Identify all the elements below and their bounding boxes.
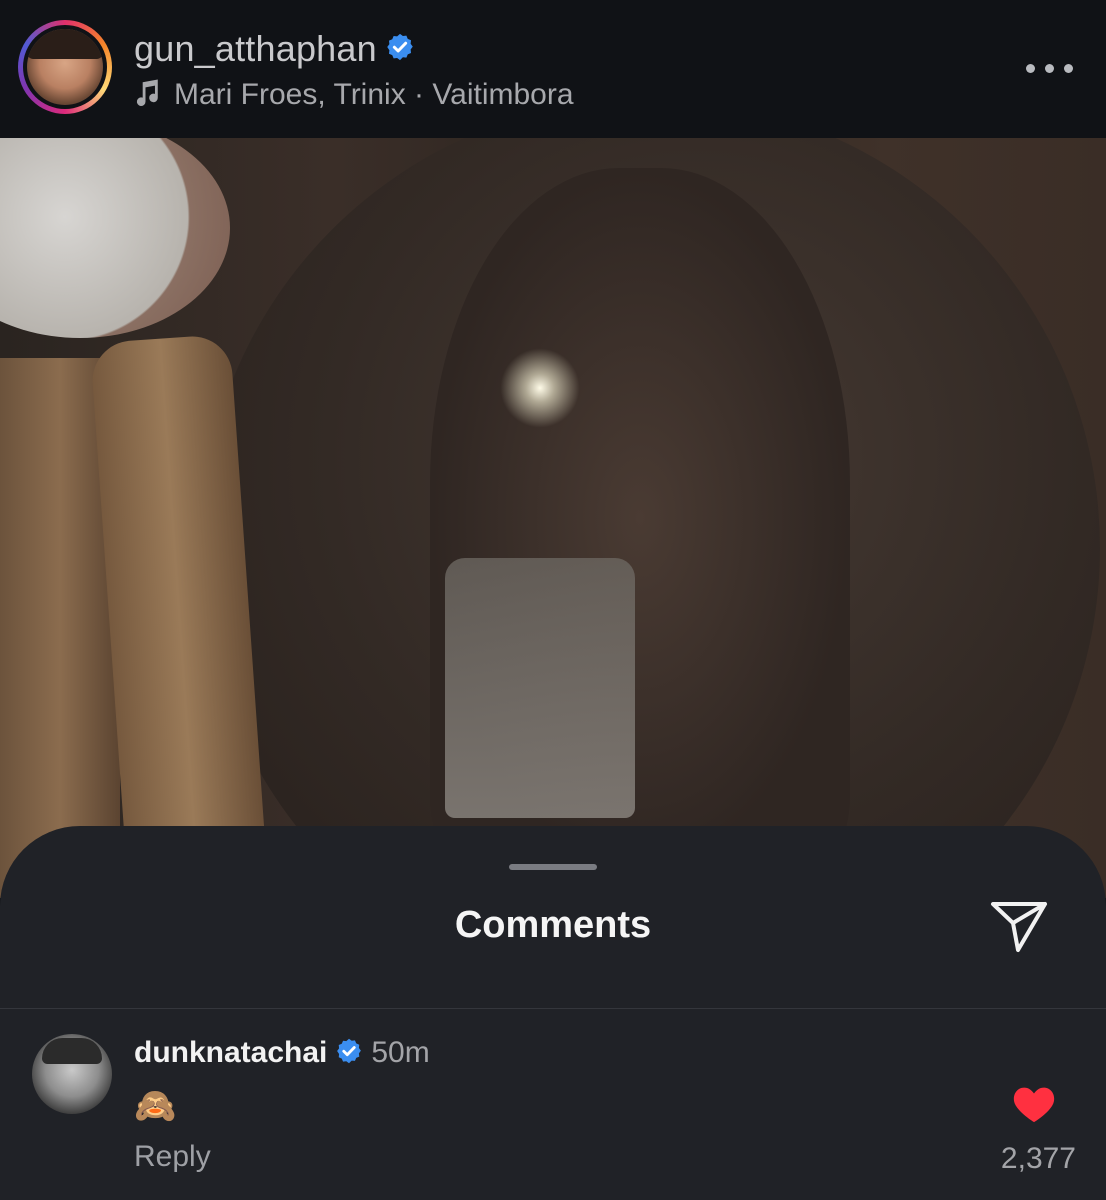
reply-button[interactable]: Reply bbox=[134, 1140, 211, 1174]
more-options-button[interactable] bbox=[1022, 56, 1078, 82]
verified-badge-icon bbox=[337, 1038, 362, 1064]
post-username[interactable]: gun_atthaphan bbox=[134, 28, 377, 69]
like-count: 2,377 bbox=[1000, 1142, 1076, 1175]
music-attribution[interactable]: Mari Froes, Trinix · Vaitimbora bbox=[134, 78, 574, 112]
drag-handle[interactable] bbox=[509, 864, 597, 870]
share-button[interactable] bbox=[988, 898, 1050, 954]
post-photo[interactable] bbox=[0, 138, 1106, 898]
comments-sheet: Comments dunknatachai 50m 🙈 Reply 2,377 bbox=[0, 826, 1106, 1200]
comment-avatar[interactable] bbox=[32, 1034, 112, 1114]
more-horizontal-icon bbox=[1026, 64, 1035, 73]
like-button[interactable] bbox=[1012, 1084, 1056, 1124]
comment-timestamp: 50m bbox=[371, 1036, 430, 1069]
comment-text: 🙈 bbox=[134, 1087, 177, 1125]
username-row[interactable]: gun_atthaphan bbox=[134, 28, 415, 70]
divider bbox=[0, 1008, 1106, 1009]
send-icon bbox=[991, 902, 1047, 952]
story-avatar[interactable] bbox=[18, 20, 112, 114]
verified-badge-icon bbox=[387, 34, 413, 61]
heart-filled-icon bbox=[1013, 1087, 1055, 1123]
comment-username[interactable]: dunknatachai bbox=[134, 1036, 327, 1069]
music-note-icon bbox=[136, 79, 158, 107]
music-text: Mari Froes, Trinix · Vaitimbora bbox=[174, 78, 574, 111]
sheet-title: Comments bbox=[454, 904, 652, 946]
avatar-photo bbox=[27, 29, 103, 105]
comment-item: dunknatachai 50m 🙈 Reply 2,377 bbox=[0, 1026, 1106, 1196]
comment-header: dunknatachai 50m bbox=[134, 1036, 430, 1070]
post-header: gun_atthaphan Mari Froes, Trinix · Vaiti… bbox=[0, 0, 1106, 138]
